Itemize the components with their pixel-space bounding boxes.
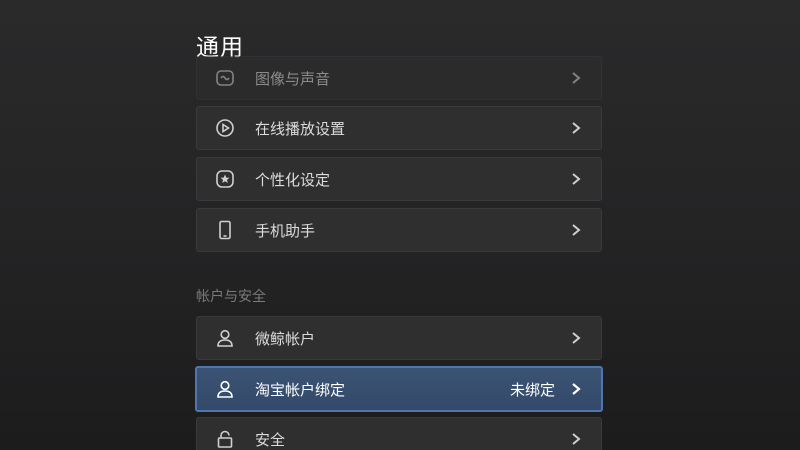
lock-icon: [215, 429, 235, 449]
settings-item-label: 个性化设定: [255, 170, 331, 189]
settings-item-taobao-binding[interactable]: 淘宝帐户绑定 未绑定: [195, 366, 603, 412]
settings-item-whaley-account[interactable]: 微鲸帐户: [196, 316, 602, 360]
chevron-right-icon: [572, 383, 581, 395]
settings-item-personalization[interactable]: 个性化设定: [196, 157, 602, 201]
chevron-right-icon: [572, 433, 581, 445]
settings-item-label: 安全: [255, 430, 286, 449]
settings-item-security[interactable]: 安全: [196, 417, 602, 450]
image-sound-icon: [215, 68, 235, 88]
star-badge-icon: [215, 169, 235, 189]
user-icon: [215, 379, 235, 399]
settings-item-label: 图像与声音: [255, 69, 331, 88]
chevron-right-icon: [572, 332, 581, 344]
settings-item-label: 手机助手: [255, 221, 316, 240]
settings-item-label: 在线播放设置: [255, 119, 346, 138]
settings-item-label: 微鲸帐户: [255, 329, 316, 348]
settings-item-online-playback[interactable]: 在线播放设置: [196, 106, 602, 150]
user-icon: [215, 328, 235, 348]
chevron-right-icon: [572, 72, 581, 84]
chevron-right-icon: [572, 224, 581, 236]
phone-icon: [215, 220, 235, 240]
chevron-right-icon: [572, 173, 581, 185]
binding-status-text: 未绑定: [509, 380, 555, 399]
chevron-right-icon: [572, 122, 581, 134]
settings-item-image-sound[interactable]: 图像与声音: [196, 56, 602, 100]
settings-item-label: 淘宝帐户绑定: [255, 380, 346, 399]
settings-item-phone-assistant[interactable]: 手机助手: [196, 208, 602, 252]
play-circle-icon: [215, 118, 235, 138]
section-header-account-security: 帐户与安全: [196, 289, 266, 305]
